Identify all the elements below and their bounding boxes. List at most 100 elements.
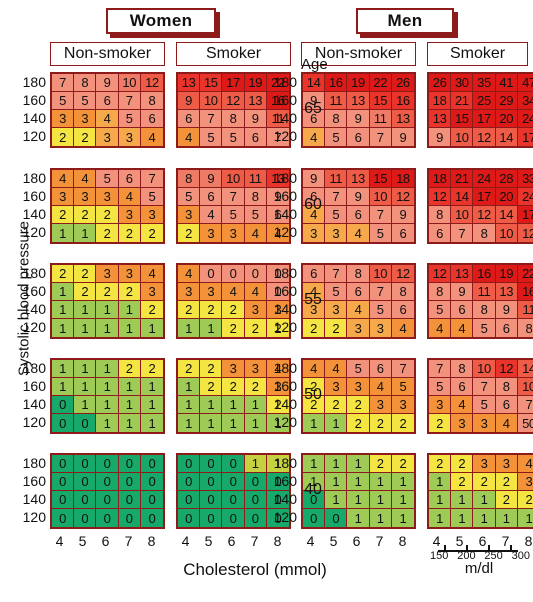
risk-cell: 13 — [391, 110, 414, 128]
risk-cell: 2 — [473, 473, 496, 491]
risk-cell: 3 — [140, 283, 163, 301]
cholesterol-tick-7: 7 — [124, 533, 133, 549]
cholesterol-tick-7: 7 — [501, 533, 510, 549]
risk-cell: 7 — [429, 360, 452, 378]
risk-cell: 8 — [140, 92, 163, 110]
risk-cell: 3 — [495, 455, 518, 473]
risk-cell: 0 — [140, 473, 163, 491]
risk-cell: 3 — [473, 414, 496, 432]
cholesterol-tick-6: 6 — [227, 533, 236, 549]
risk-cell: 8 — [74, 74, 97, 92]
sbp-tick-group: 180 160 140 120 — [16, 73, 46, 145]
risk-cell: 1 — [517, 509, 533, 527]
risk-cell: 4 — [303, 360, 326, 378]
risk-cell: 8 — [222, 110, 245, 128]
women-banner: Women — [106, 8, 216, 34]
risk-cell: 2 — [244, 378, 267, 396]
risk-cell: 6 — [347, 283, 370, 301]
cholesterol-tick-5: 5 — [329, 533, 338, 549]
sbp-tick-140: 140 — [22, 301, 46, 317]
risk-cell: 11 — [473, 283, 496, 301]
risk-block-women-nonsmoker-age60: 44567333452223311222 — [50, 168, 165, 244]
sbp-tick-group: 180 160 140 120 — [16, 359, 46, 431]
risk-cell: 1 — [118, 414, 141, 432]
risk-cell: 0 — [74, 509, 97, 527]
risk-cell: 4 — [244, 224, 267, 242]
risk-cell: 1 — [429, 491, 452, 509]
risk-cell: 0 — [96, 491, 119, 509]
risk-cell: 4 — [451, 319, 474, 337]
sbp-tick-180: 180 — [273, 170, 297, 186]
risk-cell: 1 — [118, 396, 141, 414]
risk-cell: 0 — [74, 491, 97, 509]
risk-cell: 8 — [451, 360, 474, 378]
risk-cell: 1 — [74, 319, 97, 337]
sbp-tick-140: 140 — [22, 491, 46, 507]
risk-cell: 10 — [473, 360, 496, 378]
risk-cell: 1 — [96, 301, 119, 319]
risk-cell: 6 — [429, 224, 452, 242]
risk-cell: 5 — [369, 224, 392, 242]
risk-cell: 1 — [347, 491, 370, 509]
risk-cell: 29 — [495, 92, 518, 110]
risk-cell: 2 — [222, 319, 245, 337]
risk-cell: 4 — [429, 319, 452, 337]
risk-cell: 3 — [96, 128, 119, 146]
risk-cell: 35 — [473, 74, 496, 92]
risk-cell: 9 — [495, 301, 518, 319]
risk-cell: 3 — [473, 455, 496, 473]
risk-cell: 13 — [347, 92, 370, 110]
risk-cell: 4 — [391, 319, 414, 337]
risk-cell: 1 — [118, 301, 141, 319]
risk-cell: 2 — [222, 378, 245, 396]
risk-cell: 1 — [96, 414, 119, 432]
sbp-tick-180: 180 — [273, 265, 297, 281]
risk-cell: 1 — [429, 509, 452, 527]
risk-cell: 2 — [451, 473, 474, 491]
risk-cell: 4 — [517, 455, 533, 473]
risk-cell: 0 — [244, 265, 267, 283]
cholesterol-tick-6: 6 — [352, 533, 361, 549]
risk-block-men-smoker-age50: 7 8 10 12 14 5 6 7 8 10 3 4 5 6 7 2 3 3 4 50 — [427, 358, 533, 434]
risk-cell: 15 — [451, 110, 474, 128]
risk-cell: 7 — [118, 92, 141, 110]
risk-cell: 12 — [473, 206, 496, 224]
risk-cell: 1 — [244, 455, 267, 473]
sbp-tick-140: 140 — [273, 110, 297, 126]
risk-cell: 4 — [325, 360, 348, 378]
age-value-65: 65 — [304, 100, 322, 117]
risk-cell: 9 — [391, 206, 414, 224]
risk-cell: 1 — [74, 301, 97, 319]
risk-cell: 16 — [517, 283, 533, 301]
risk-cell: 1 — [96, 378, 119, 396]
risk-cell: 18 — [391, 170, 414, 188]
cholesterol-tick-row: 45678 — [48, 533, 163, 549]
risk-cell: 5 — [429, 301, 452, 319]
risk-cell: 9 — [244, 110, 267, 128]
cholesterol-tick-4: 4 — [55, 533, 64, 549]
risk-cell: 6 — [244, 128, 267, 146]
risk-cell: 3 — [140, 206, 163, 224]
risk-cell: 3 — [52, 110, 75, 128]
risk-cell: 8 — [244, 188, 267, 206]
risk-cell: 30 — [451, 74, 474, 92]
risk-cell: 10 — [222, 170, 245, 188]
risk-cell: 12 — [391, 265, 414, 283]
risk-block-men-smoker-age60: 18 21 24 28 33 12 14 17 20 24 8 10 12 14 17 6 7 8 10 12 — [427, 168, 533, 244]
risk-cell: 0 — [52, 414, 75, 432]
men-smoker-header: Smoker — [427, 42, 528, 66]
risk-cell: 1 — [451, 509, 474, 527]
risk-cell: 1 — [473, 491, 496, 509]
sbp-tick-120: 120 — [22, 509, 46, 525]
risk-cell: 26 — [429, 74, 452, 92]
risk-cell: 3 — [178, 283, 201, 301]
risk-cell: 2 — [52, 265, 75, 283]
risk-cell: 21 — [451, 92, 474, 110]
risk-cell: 1 — [429, 473, 452, 491]
risk-cell: 0 — [74, 473, 97, 491]
risk-cell: 16 — [391, 92, 414, 110]
risk-cell: 6 — [391, 301, 414, 319]
risk-cell: 9 — [451, 283, 474, 301]
risk-cell: 1 — [200, 319, 223, 337]
risk-cell: 0 — [244, 509, 267, 527]
